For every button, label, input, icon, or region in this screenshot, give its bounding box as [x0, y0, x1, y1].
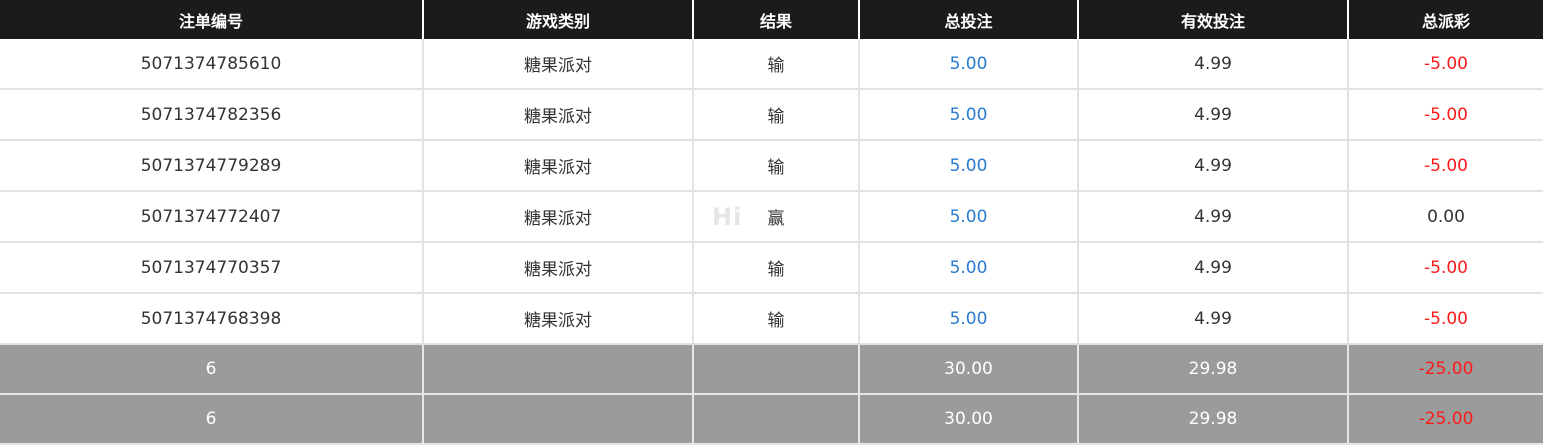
- cell-valid-bet: 4.99: [1078, 140, 1349, 192]
- cell-payout: 0.00: [1348, 191, 1543, 243]
- cell-payout: -5.00: [1348, 140, 1543, 192]
- cell-total-bet: 5.00: [859, 191, 1079, 243]
- cell-bet-id: 5071374782356: [0, 89, 424, 141]
- header-total-bet: 总投注: [859, 0, 1079, 39]
- summary-empty-cell: [693, 394, 860, 445]
- cell-bet-id: 5071374772407: [0, 191, 424, 243]
- summary-empty-cell: [423, 344, 694, 395]
- cell-total-bet: 5.00: [859, 242, 1079, 294]
- cell-payout: -5.00: [1348, 293, 1543, 345]
- cell-game-type: 糖果派对: [423, 140, 694, 192]
- header-bet-id: 注单编号: [0, 0, 424, 39]
- cell-valid-bet: 4.99: [1078, 89, 1349, 141]
- cell-total-bet: 5.00: [859, 140, 1079, 192]
- header-valid-bet: 有效投注: [1078, 0, 1349, 39]
- summary-total-bet: 30.00: [859, 394, 1079, 445]
- summary-valid-bet: 29.98: [1078, 394, 1349, 445]
- summary-total-bet: 30.00: [859, 344, 1079, 395]
- cell-valid-bet: 4.99: [1078, 293, 1349, 345]
- summary-payout: -25.00: [1348, 344, 1543, 395]
- cell-game-type: 糖果派对: [423, 242, 694, 294]
- table-row: 5071374772407 糖果派对 赢 5.00 4.99 0.00: [0, 191, 1543, 243]
- header-result: 结果: [693, 0, 860, 39]
- cell-payout: -5.00: [1348, 89, 1543, 141]
- cell-bet-id: 5071374779289: [0, 140, 424, 192]
- table-row: 5071374770357 糖果派对 输 5.00 4.99 -5.00: [0, 242, 1543, 294]
- cell-game-type: 糖果派对: [423, 39, 694, 90]
- summary-count: 6: [0, 394, 424, 445]
- cell-payout: -5.00: [1348, 242, 1543, 294]
- cell-result: 赢: [693, 191, 860, 243]
- cell-total-bet: 5.00: [859, 39, 1079, 90]
- cell-result: 输: [693, 89, 860, 141]
- summary-payout: -25.00: [1348, 394, 1543, 445]
- bet-records-table: 注单编号 游戏类别 结果 总投注 有效投注 总派彩 5071374785610 …: [0, 0, 1543, 445]
- summary-count: 6: [0, 344, 424, 395]
- cell-result: 输: [693, 39, 860, 90]
- summary-valid-bet: 29.98: [1078, 344, 1349, 395]
- table-row: 5071374768398 糖果派对 输 5.00 4.99 -5.00: [0, 293, 1543, 345]
- cell-bet-id: 5071374785610: [0, 39, 424, 90]
- cell-result: 输: [693, 140, 860, 192]
- header-payout: 总派彩: [1348, 0, 1543, 39]
- table-header-row: 注单编号 游戏类别 结果 总投注 有效投注 总派彩: [0, 0, 1543, 39]
- cell-valid-bet: 4.99: [1078, 242, 1349, 294]
- cell-valid-bet: 4.99: [1078, 191, 1349, 243]
- cell-total-bet: 5.00: [859, 89, 1079, 141]
- summary-empty-cell: [423, 394, 694, 445]
- cell-result: 输: [693, 293, 860, 345]
- cell-game-type: 糖果派对: [423, 293, 694, 345]
- table-row: 5071374779289 糖果派对 输 5.00 4.99 -5.00: [0, 140, 1543, 192]
- cell-payout: -5.00: [1348, 39, 1543, 90]
- summary-row: 6 30.00 29.98 -25.00: [0, 344, 1543, 395]
- table-row: 5071374785610 糖果派对 输 5.00 4.99 -5.00: [0, 39, 1543, 90]
- cell-game-type: 糖果派对: [423, 89, 694, 141]
- cell-valid-bet: 4.99: [1078, 39, 1349, 90]
- cell-bet-id: 5071374768398: [0, 293, 424, 345]
- header-game-type: 游戏类别: [423, 0, 694, 39]
- cell-result: 输: [693, 242, 860, 294]
- cell-bet-id: 5071374770357: [0, 242, 424, 294]
- cell-game-type: 糖果派对: [423, 191, 694, 243]
- cell-total-bet: 5.00: [859, 293, 1079, 345]
- table-row: 5071374782356 糖果派对 输 5.00 4.99 -5.00: [0, 89, 1543, 141]
- summary-row: 6 30.00 29.98 -25.00: [0, 394, 1543, 445]
- summary-empty-cell: [693, 344, 860, 395]
